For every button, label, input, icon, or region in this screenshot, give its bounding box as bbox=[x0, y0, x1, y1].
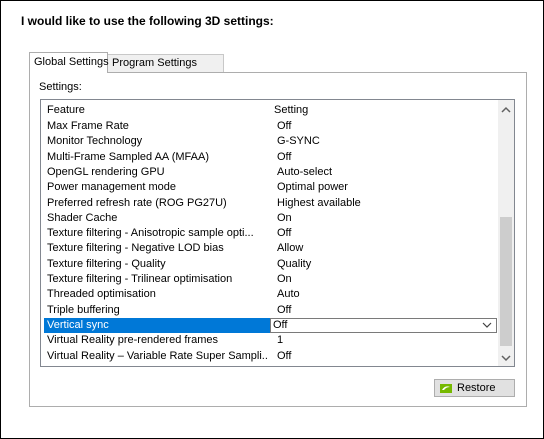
table-row[interactable]: Virtual Reality – Variable Rate Super Sa… bbox=[41, 349, 499, 364]
feature-name: Texture filtering - Negative LOD bias bbox=[47, 242, 224, 255]
setting-value: Auto bbox=[277, 288, 300, 301]
feature-name: Texture filtering - Quality bbox=[47, 257, 166, 270]
table-row[interactable]: OpenGL rendering GPU Auto-select bbox=[41, 165, 499, 180]
table-row[interactable]: Max Frame Rate Off bbox=[41, 119, 499, 134]
setting-value: Optimal power bbox=[277, 181, 348, 194]
feature-name: Texture filtering - Trilinear optimisati… bbox=[47, 273, 233, 285]
feature-name: Virtual Reality – Variable Rate Super Sa… bbox=[47, 349, 267, 362]
setting-value: 1 bbox=[277, 334, 284, 347]
table-row-selected[interactable]: Vertical sync Off bbox=[41, 317, 499, 333]
setting-value: On bbox=[277, 211, 292, 224]
setting-value: G-SYNC bbox=[277, 135, 320, 148]
chevron-down-icon[interactable] bbox=[482, 320, 492, 330]
feature-name: Monitor Technology bbox=[47, 135, 143, 148]
list-header: Feature Setting bbox=[41, 100, 499, 119]
table-row[interactable]: Preferred refresh rate (ROG PG27U) Highes… bbox=[41, 196, 499, 211]
feature-name: Max Frame Rate bbox=[47, 120, 129, 132]
setting-value: Allow bbox=[277, 242, 304, 255]
table-row[interactable]: Threaded optimisation Auto bbox=[41, 287, 499, 302]
tab-global-settings[interactable]: Global Settings bbox=[29, 52, 109, 73]
feature-name: Vertical sync bbox=[47, 318, 109, 331]
table-row[interactable]: Multi-Frame Sampled AA (MFAA) Off bbox=[41, 150, 499, 165]
table-row[interactable]: Texture filtering - Quality Quality bbox=[41, 257, 499, 272]
feature-name: Power management mode bbox=[47, 181, 177, 194]
chevron-down-icon[interactable] bbox=[498, 350, 514, 366]
setting-value: Auto-select bbox=[277, 165, 333, 178]
setting-value: On bbox=[277, 273, 292, 285]
vertical-scrollbar[interactable] bbox=[498, 100, 514, 366]
setting-dropdown[interactable]: Off bbox=[270, 317, 497, 333]
table-row[interactable]: Power management mode Optimal power bbox=[41, 180, 499, 195]
feature-name: Threaded optimisation bbox=[47, 288, 156, 301]
feature-name: Preferred refresh rate (ROG PG27U) bbox=[47, 196, 227, 209]
setting-value: Off bbox=[277, 349, 292, 362]
setting-value: Off bbox=[277, 227, 292, 240]
table-row[interactable]: Texture filtering - Trilinear optimisati… bbox=[41, 272, 499, 287]
column-header-feature[interactable]: Feature bbox=[47, 104, 85, 116]
table-row[interactable]: Shader Cache On bbox=[41, 211, 499, 226]
restore-button[interactable]: Restore bbox=[434, 379, 515, 397]
feature-name: OpenGL rendering GPU bbox=[47, 165, 165, 178]
feature-name: Texture filtering - Anisotropic sample o… bbox=[47, 227, 254, 240]
column-header-setting[interactable]: Setting bbox=[274, 104, 308, 116]
page-title: I would like to use the following 3D set… bbox=[21, 14, 274, 28]
setting-value: Quality bbox=[277, 257, 312, 270]
restore-button-label: Restore bbox=[457, 382, 496, 394]
table-row[interactable]: Monitor Technology G-SYNC bbox=[41, 134, 499, 149]
feature-name: Virtual Reality pre-rendered frames bbox=[47, 334, 218, 347]
table-row[interactable]: Texture filtering - Anisotropic sample o… bbox=[41, 226, 499, 241]
setting-value: Off bbox=[277, 120, 292, 132]
setting-value: Off bbox=[277, 150, 292, 163]
settings-list[interactable]: Feature Setting Max Frame Rate Off Monitor… bbox=[40, 99, 515, 367]
setting-value: Highest available bbox=[277, 196, 361, 209]
settings-label: Settings: bbox=[39, 81, 82, 93]
feature-name: Shader Cache bbox=[47, 211, 118, 224]
tab-program-settings[interactable]: Program Settings bbox=[108, 54, 224, 72]
table-row[interactable]: Virtual Reality pre-rendered frames 1 bbox=[41, 333, 499, 348]
setting-value: Off bbox=[273, 318, 288, 331]
nvidia-logo-icon bbox=[440, 384, 452, 393]
feature-name: Multi-Frame Sampled AA (MFAA) bbox=[47, 150, 209, 163]
table-row[interactable]: Triple buffering Off bbox=[41, 303, 499, 318]
setting-value: Off bbox=[277, 303, 292, 316]
scrollbar-thumb[interactable] bbox=[500, 217, 512, 346]
table-row[interactable]: Texture filtering - Negative LOD bias All… bbox=[41, 241, 499, 256]
feature-name: Triple buffering bbox=[47, 303, 120, 316]
chevron-up-icon[interactable] bbox=[498, 102, 514, 118]
settings-window: I would like to use the following 3D set… bbox=[0, 0, 544, 439]
